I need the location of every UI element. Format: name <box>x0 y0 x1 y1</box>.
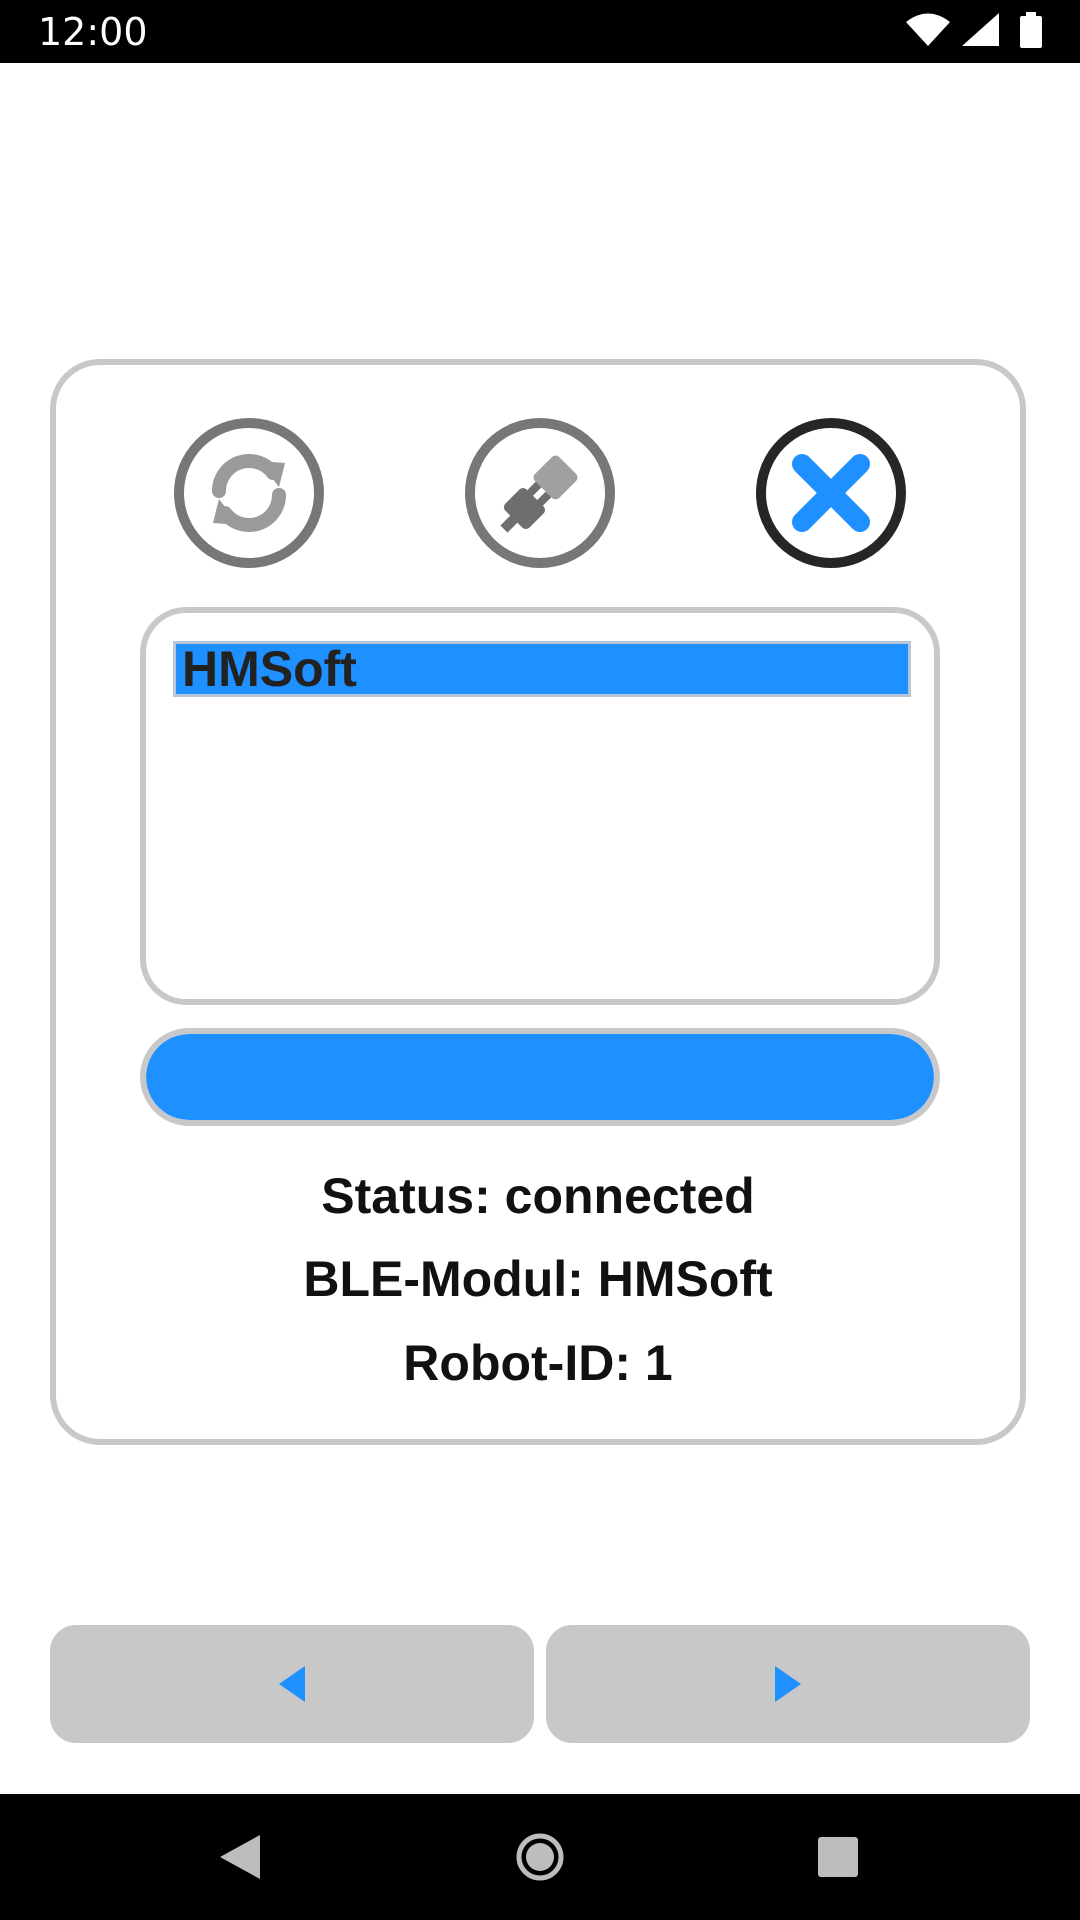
progress-fill <box>146 1034 934 1120</box>
disconnect-button[interactable] <box>756 418 906 568</box>
connection-progress-bar <box>140 1028 940 1126</box>
status-time: 12:00 <box>38 10 148 54</box>
status-bar: 12:00 <box>0 0 1080 63</box>
connect-button[interactable] <box>465 418 615 568</box>
cell-signal-icon <box>962 13 1000 52</box>
next-button[interactable] <box>546 1625 1030 1743</box>
robot-id-text: Robot-ID: 1 <box>403 1335 673 1391</box>
battery-icon <box>1020 12 1042 53</box>
device-list-item[interactable]: HMSoft <box>173 641 911 697</box>
triangle-right-icon <box>775 1666 801 1702</box>
ble-module-text: BLE-Modul: HMSoft <box>303 1251 773 1307</box>
triangle-left-icon <box>279 1666 305 1702</box>
plug-icon <box>500 455 578 533</box>
status-text: Status: connected <box>321 1168 755 1224</box>
refresh-icon <box>212 454 286 532</box>
previous-button[interactable] <box>50 1625 534 1743</box>
device-list[interactable]: HMSoft <box>140 607 940 1005</box>
refresh-button[interactable] <box>174 418 324 568</box>
wifi-icon <box>906 13 950 52</box>
system-nav-bar <box>0 1794 1080 1920</box>
home-icon[interactable] <box>500 1794 580 1920</box>
close-icon <box>792 454 870 532</box>
back-icon[interactable] <box>200 1794 280 1920</box>
recents-icon[interactable] <box>798 1794 878 1920</box>
